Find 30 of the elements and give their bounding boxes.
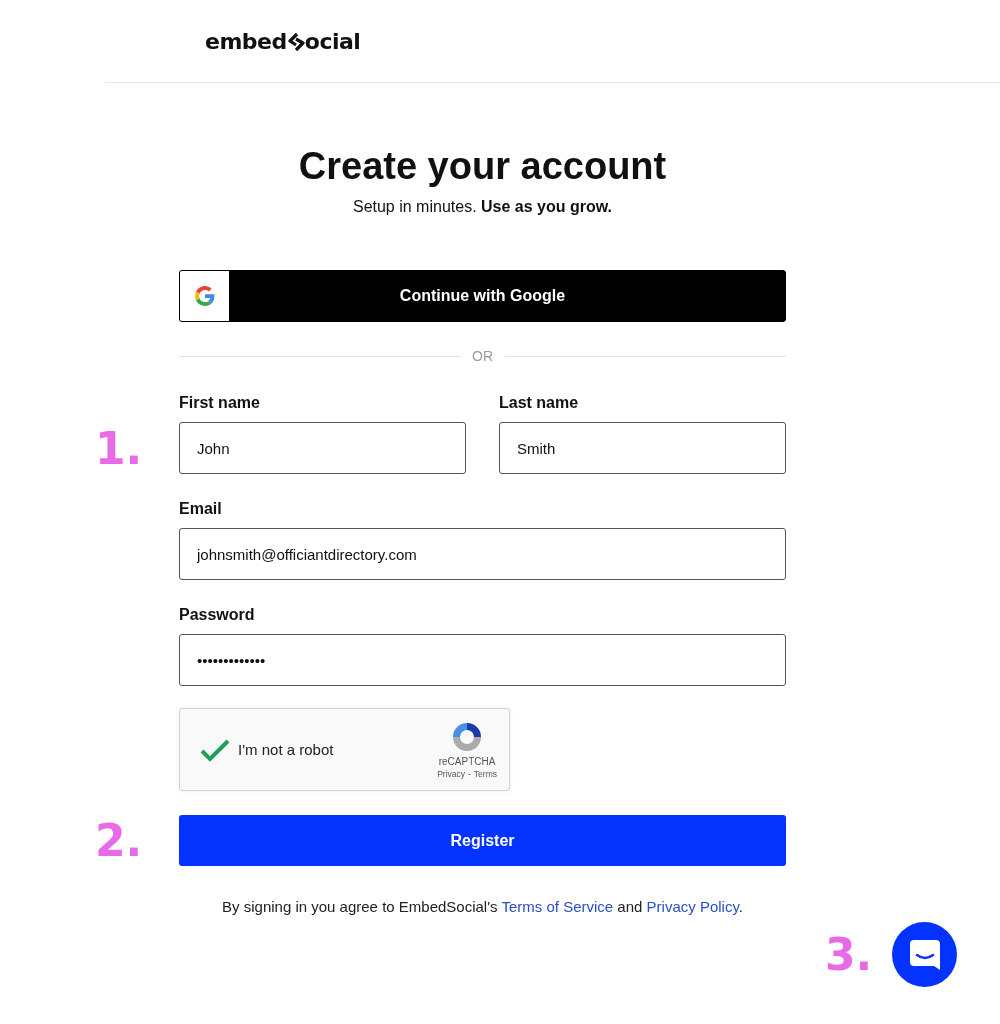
privacy-link[interactable]: Privacy Policy bbox=[646, 898, 739, 915]
logo-text: ocial bbox=[304, 28, 361, 54]
checkmark-icon bbox=[199, 737, 231, 762]
step-number: 2. bbox=[95, 815, 143, 866]
step-number: 1. bbox=[95, 423, 143, 474]
input-field[interactable]: John bbox=[179, 422, 466, 474]
google-button[interactable]: Continue with Google bbox=[179, 270, 786, 322]
field-label: Last name bbox=[499, 394, 580, 412]
subtitle: Setup in minutes. Use as you grow. bbox=[351, 198, 614, 216]
register-button[interactable]: Register bbox=[179, 815, 786, 866]
input-field[interactable]: johnsmith@officiantdirectory.com bbox=[179, 528, 786, 580]
field-label: Email bbox=[179, 500, 223, 518]
chat-icon bbox=[907, 937, 942, 972]
or-divider-text: OR bbox=[472, 348, 493, 364]
logo-mark-icon bbox=[287, 32, 305, 52]
step-number: 3. bbox=[825, 929, 873, 980]
terms-link[interactable]: Terms bbox=[473, 769, 497, 779]
terms-notice: By signing in you agree to EmbedSocial's Terms of Service and Privacy Policy. bbox=[221, 898, 744, 915]
field-label: First name bbox=[179, 394, 261, 412]
captcha-label: I'm not a robot bbox=[238, 741, 335, 758]
field-label: Password bbox=[179, 606, 256, 624]
recaptcha-brand: reCAPTCHA bbox=[438, 756, 496, 767]
separator-text: - bbox=[468, 769, 471, 779]
input-field[interactable]: Smith bbox=[499, 422, 786, 474]
page-title: Create your account bbox=[297, 145, 668, 188]
input-field[interactable]: ••••••••••••• bbox=[179, 634, 786, 686]
google-g-icon bbox=[194, 286, 215, 306]
privacy-link[interactable]: Privacy bbox=[437, 769, 465, 779]
terms-link[interactable]: Terms of Service bbox=[501, 898, 614, 915]
logo-text: embed bbox=[205, 28, 287, 54]
